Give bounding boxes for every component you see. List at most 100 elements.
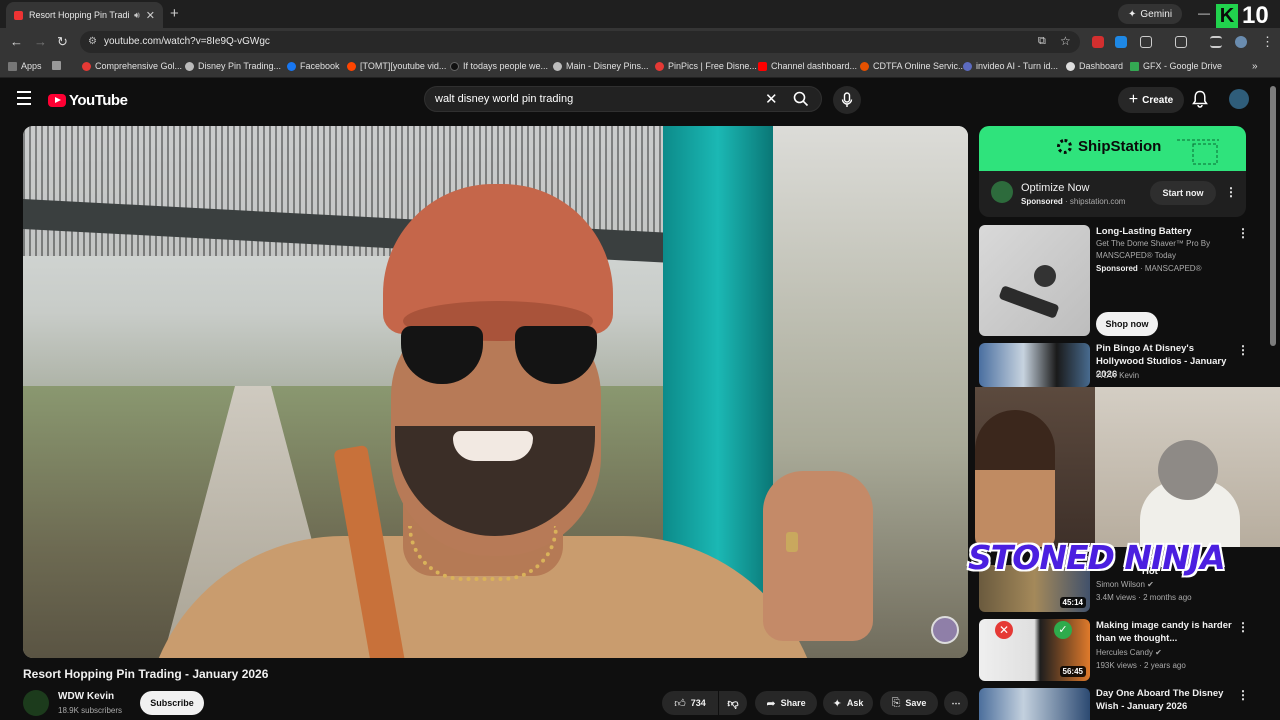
recommended-title[interactable]: Day One Aboard The Disney Wish - January…: [1096, 687, 1236, 713]
ad-title[interactable]: Long-Lasting Battery: [1096, 225, 1236, 238]
save-button[interactable]: ⎘ Save: [880, 691, 938, 715]
dislike-button[interactable]: 👎︎: [719, 691, 747, 715]
item-menu-icon[interactable]: ⋮: [1237, 688, 1249, 702]
box-outline-icon: [1177, 139, 1219, 165]
pinpics-icon: [655, 61, 664, 71]
ad-card[interactable]: Optimize Now Sponsored · shipstation.com…: [979, 171, 1246, 217]
ad-brand: ShipStation: [1057, 138, 1161, 155]
shop-now-button[interactable]: Shop now: [1096, 312, 1158, 336]
browser-tab[interactable]: Resort Hopping Pin Trading 🔊︎ ✕: [6, 2, 163, 28]
voice-search-button[interactable]: [833, 86, 861, 114]
bookmark-item[interactable]: If todays people we...: [450, 61, 548, 71]
recommended-stats: 3.4M views · 2 months ago: [1096, 593, 1192, 602]
bookmark-item[interactable]: PinPics | Free Disne...: [655, 61, 757, 71]
bookmark-item[interactable]: CDTFA Online Servic...: [860, 61, 966, 71]
notifications-bell-icon[interactable]: [1192, 90, 1208, 113]
bookmark-item[interactable]: Main - Disney Pins...: [553, 61, 649, 71]
shipstation-logo-icon: [991, 181, 1013, 203]
forward-arrow-icon[interactable]: →: [34, 34, 47, 49]
item-menu-icon[interactable]: ⋮: [1237, 343, 1249, 357]
more-bookmarks-icon[interactable]: »: [1252, 61, 1258, 72]
bookmark-star-icon[interactable]: ☆: [1060, 34, 1071, 48]
youtube-logo[interactable]: YouTube: [48, 92, 128, 109]
bookmark-item[interactable]: Dashboard: [1066, 61, 1123, 71]
plus-icon: +: [1128, 91, 1139, 108]
speaker-icon[interactable]: 🔊︎: [134, 10, 140, 21]
bookmark-apps[interactable]: Apps: [8, 61, 42, 71]
extensions-puzzle-icon[interactable]: [1140, 36, 1152, 48]
bookmark-item[interactable]: Facebook: [287, 61, 340, 71]
search-input[interactable]: walt disney world pin trading: [435, 93, 573, 105]
more-actions-button[interactable]: ⋯: [944, 691, 968, 715]
item-menu-icon[interactable]: ⋮: [1237, 620, 1249, 634]
channel-label: Hercules Candy: [1096, 648, 1153, 657]
webcam-beanie: [1158, 440, 1218, 500]
reading-list-icon[interactable]: [1210, 36, 1222, 48]
search-box[interactable]: walt disney world pin trading ✕: [424, 86, 822, 112]
share-button[interactable]: ➦ Share: [755, 691, 817, 715]
recommended-channel[interactable]: Simon Wilson ✔︎: [1096, 579, 1154, 591]
create-button[interactable]: + Create: [1118, 87, 1184, 113]
bookmark-item[interactable]: GFX - Google Drive: [1130, 61, 1222, 71]
item-menu-icon[interactable]: ⋮: [1237, 226, 1249, 240]
ad-thumbnail[interactable]: [979, 225, 1090, 336]
close-tab-icon[interactable]: ✕: [146, 9, 155, 22]
bookmark-label: [TOMT][youtube vid...: [360, 61, 447, 71]
dashboard-icon: [1066, 61, 1075, 71]
shaver-image: [998, 285, 1060, 319]
video-thumbnail[interactable]: [979, 343, 1090, 387]
back-arrow-icon[interactable]: ←: [10, 34, 23, 49]
minimize-icon[interactable]: —: [1198, 6, 1210, 20]
media-icon[interactable]: [1175, 36, 1187, 48]
video-player[interactable]: [23, 126, 968, 658]
install-app-icon[interactable]: ⧉: [1038, 35, 1046, 48]
recommended-channel[interactable]: Hercules Candy ✔︎: [1096, 647, 1162, 659]
subscriber-count: 18.9K subscribers: [58, 706, 123, 715]
browser-menu-icon[interactable]: ⋮: [1261, 34, 1274, 50]
like-button[interactable]: 👍︎ 734: [662, 691, 718, 715]
recommended-title[interactable]: Making image candy is harder than we tho…: [1096, 619, 1236, 645]
search-button[interactable]: [781, 87, 821, 111]
clear-search-icon[interactable]: ✕: [765, 90, 778, 108]
start-now-button[interactable]: Start now: [1150, 181, 1216, 205]
address-bar[interactable]: ⚙︎ youtube.com/watch?v=8Ie9Q-vGWgc ⧉ ☆: [80, 31, 1080, 53]
bookmark-item[interactable]: Channel dashboard...: [758, 61, 857, 71]
ad-line2: Get The Dome Shaver™ Pro By: [1096, 239, 1211, 248]
ask-button[interactable]: ✦ Ask: [823, 691, 873, 715]
channel-avatar[interactable]: [23, 690, 49, 716]
hamburger-menu-icon[interactable]: [17, 91, 31, 105]
extension-red-icon[interactable]: [1092, 36, 1104, 48]
bookmark-item[interactable]: [TOMT][youtube vid...: [347, 61, 446, 71]
share-arrow-icon: ➦: [766, 697, 776, 710]
apps-grid-icon: [8, 61, 17, 71]
ad-banner[interactable]: ShipStation: [979, 126, 1246, 171]
ad-menu-icon[interactable]: ⋮: [1225, 185, 1237, 199]
bookmark-item[interactable]: Disney Pin Trading...: [185, 61, 281, 71]
channel-name[interactable]: WDW Kevin: [58, 691, 114, 702]
extension-blue-icon[interactable]: [1115, 36, 1127, 48]
sponsored-label: Sponsored: [1021, 197, 1063, 206]
reload-icon[interactable]: ↻: [57, 34, 68, 50]
account-avatar[interactable]: [1229, 89, 1249, 109]
wedding-ring: [786, 532, 798, 552]
profile-avatar-icon[interactable]: [1235, 36, 1247, 48]
recommended-channel[interactable]: WDW Kevin: [1096, 370, 1139, 382]
subscribe-button[interactable]: Subscribe: [140, 691, 204, 715]
video-thumbnail[interactable]: ✕ ✓ 56:45: [979, 619, 1090, 681]
gemini-button[interactable]: ✦ Gemini: [1118, 4, 1183, 24]
bookmark-grid[interactable]: [52, 61, 65, 70]
channel-label: Simon Wilson: [1096, 580, 1145, 589]
page-scrollbar[interactable]: [1270, 86, 1276, 346]
site-info-icon[interactable]: ⚙︎: [88, 36, 97, 47]
video-thumbnail[interactable]: [979, 688, 1090, 720]
channel-watermark[interactable]: [931, 616, 959, 644]
like-count: 734: [690, 698, 706, 708]
new-tab-button[interactable]: +: [170, 5, 179, 22]
video-duration: 45:14: [1059, 597, 1086, 608]
shaver-head: [1034, 265, 1056, 287]
bookmark-item[interactable]: Comprehensive Gol...: [82, 61, 182, 71]
shipstation-gear-icon: [1057, 139, 1072, 154]
bookmark-item[interactable]: invideo AI - Turn id...: [963, 61, 1058, 71]
bookmark-favicon-icon: [82, 61, 91, 71]
tiktok-icon: [450, 61, 459, 71]
